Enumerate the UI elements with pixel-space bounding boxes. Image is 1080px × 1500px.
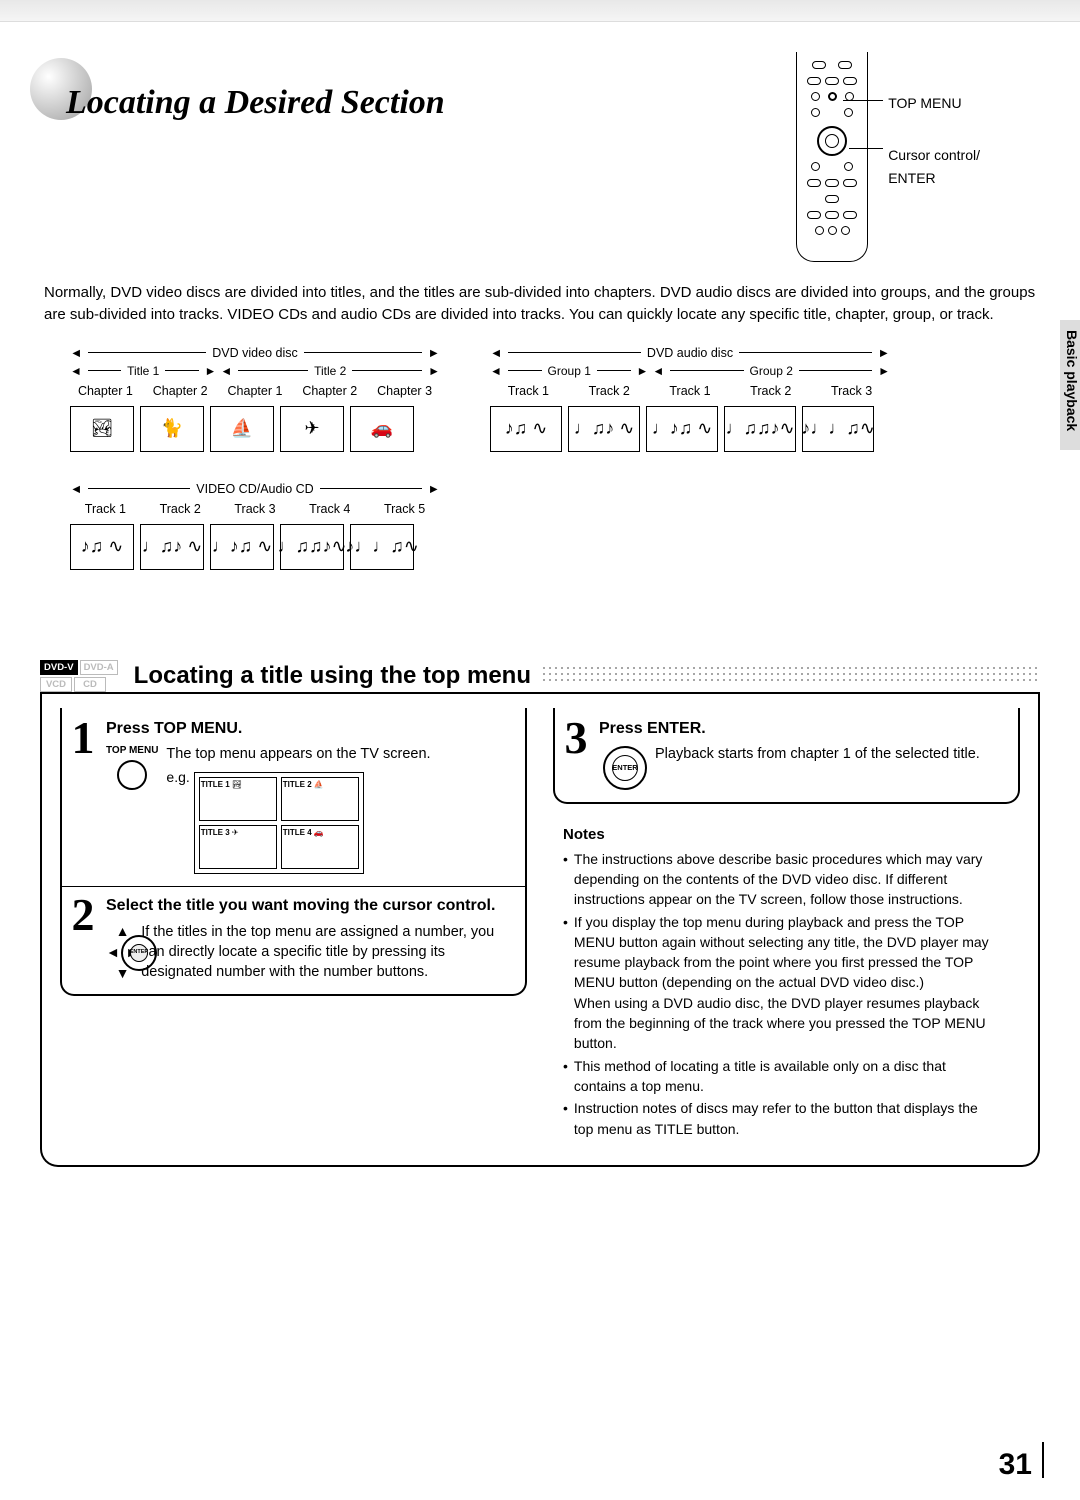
track-thumb: ♩♫♫♪∿: [724, 406, 796, 452]
chapter-thumb: ⛵: [210, 406, 274, 452]
format-badge-dvda: DVD-A: [80, 660, 118, 675]
topmenu-button-icon: TOP MENU: [106, 744, 158, 790]
remote-illustration: [796, 52, 868, 262]
note-item: This method of locating a title is avail…: [574, 1056, 1000, 1097]
note-item: Instruction notes of discs may refer to …: [574, 1098, 1000, 1139]
chapter-thumb: 🏞: [70, 406, 134, 452]
enter-button-icon: ENTER: [603, 746, 647, 790]
track-thumb: ♪♩♩♫∿: [350, 524, 414, 570]
track-thumb: ♩♪♫ ∿: [210, 524, 274, 570]
page-title: Locating a Desired Section: [66, 84, 445, 122]
section-header: DVD-V DVD-A VCD CD Locating a title usin…: [40, 660, 1040, 694]
track-thumb: ♪♩♩♫∿: [802, 406, 874, 452]
side-tab: Basic playback: [1060, 320, 1080, 450]
step-1: 1 Press TOP MENU. TOP MENU The top menu …: [62, 708, 525, 875]
remote-label-topmenu: TOP MENU: [888, 92, 980, 114]
page-number: 31: [999, 1448, 1032, 1482]
eg-title-grid: TITLE 1 🏞 TITLE 2 ⛵ TITLE 3 ✈ TITLE 4 🚗: [194, 772, 364, 874]
chapter-thumb: ✈: [280, 406, 344, 452]
remote-label-cursor: Cursor control/: [888, 144, 980, 166]
track-thumb: ♩♫♪ ∿: [140, 524, 204, 570]
diagram-vcd: ◄VIDEO CD/Audio CD► Track 1 Track 2 Trac…: [70, 482, 440, 570]
diagram-dvd-audio: ◄DVD audio disc► ◄Group 1► ◄Group 2► Tra…: [490, 346, 890, 452]
format-badge-vcd: VCD: [40, 677, 72, 692]
section-title: Locating a title using the top menu: [134, 662, 531, 690]
step-3: 3 Press ENTER. ENTER Playback starts fro…: [555, 708, 1018, 790]
intro-paragraph: Normally, DVD video discs are divided in…: [44, 282, 1036, 326]
notes-heading: Notes: [563, 824, 1000, 846]
track-thumb: ♩♫♫♪∿: [280, 524, 344, 570]
diagram-dvd-video: ◄DVD video disc► ◄Title 1► ◄Title 2► Cha…: [70, 346, 440, 452]
note-item: If you display the top menu during playb…: [574, 912, 1000, 1054]
cursor-control-icon: ▲▼◄► ENTER: [112, 926, 133, 980]
window-stripe: [0, 0, 1080, 22]
format-badge-cd: CD: [74, 677, 106, 692]
remote-labels: TOP MENU Cursor control/ ENTER: [888, 92, 980, 189]
format-badge-dvdv: DVD-V: [40, 660, 78, 675]
note-item: The instructions above describe basic pr…: [574, 849, 1000, 910]
step-2: 2 Select the title you want moving the c…: [62, 887, 525, 982]
track-thumb: ♩♪♫ ∿: [646, 406, 718, 452]
chapter-thumb: 🐈: [140, 406, 204, 452]
remote-label-enter: ENTER: [888, 167, 980, 189]
track-thumb: ♩♫♪ ∿: [568, 406, 640, 452]
page-number-bar: [1042, 1442, 1044, 1478]
notes-block: Notes The instructions above describe ba…: [553, 818, 1020, 1139]
track-thumb: ♪♫ ∿: [70, 524, 134, 570]
page: Locating a Desired Section TOP MENU: [0, 22, 1080, 1187]
chapter-thumb: 🚗: [350, 406, 414, 452]
track-thumb: ♪♫ ∿: [490, 406, 562, 452]
